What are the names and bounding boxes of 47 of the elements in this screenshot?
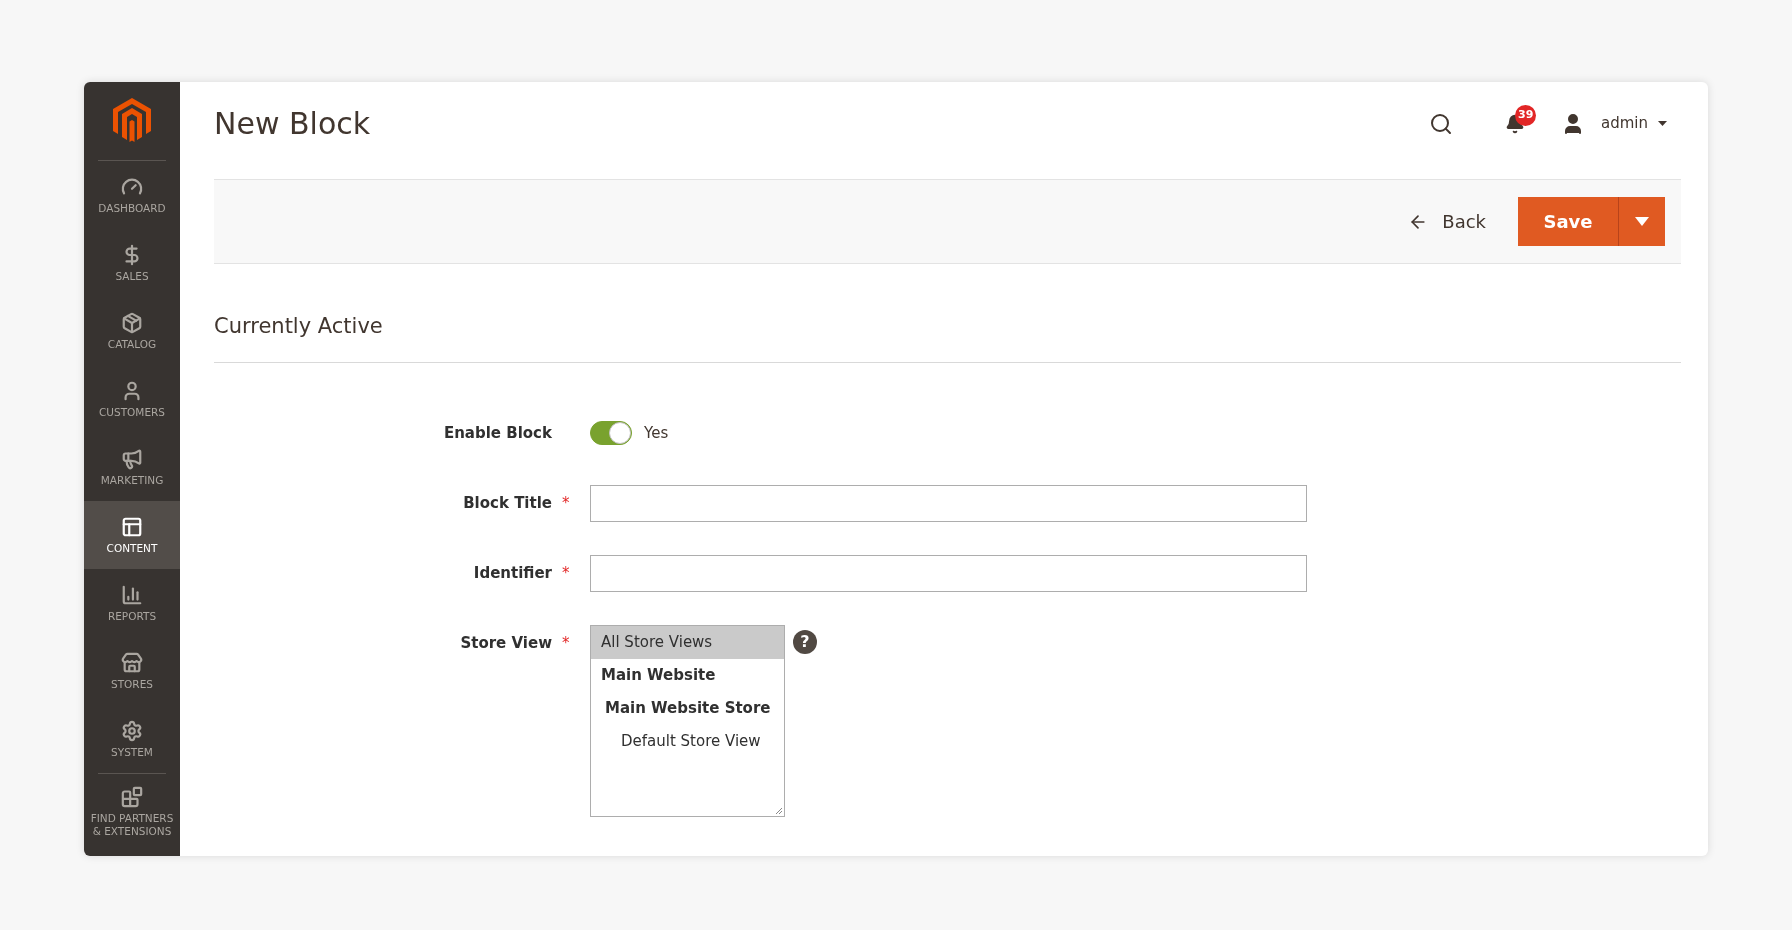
sidebar-item[interactable]: SYSTEM (84, 705, 180, 773)
sidebar-item[interactable]: MARKETING (84, 433, 180, 501)
store-view-listbox[interactable]: All Store Views Main Website Main Website Store Default Store View (590, 625, 785, 817)
field-label: Enable Block (443, 423, 552, 445)
field-label: Block Title (463, 493, 552, 515)
save-options-button[interactable] (1619, 197, 1665, 246)
sidebar-item[interactable]: SALES (84, 229, 180, 297)
sidebar-item[interactable]: FIND PARTNERS & EXTENSIONS (84, 774, 180, 850)
required-mark: * (562, 493, 571, 515)
bar-chart-icon (121, 583, 143, 606)
store-view-option[interactable]: Default Store View (591, 725, 784, 758)
gear-icon (121, 719, 143, 742)
user-menu[interactable]: admin (1601, 112, 1667, 135)
resize-grip-icon (775, 807, 783, 815)
toggle-value: Yes (644, 422, 669, 444)
megaphone-icon (121, 447, 143, 470)
sidebar-item[interactable]: STORES (84, 637, 180, 705)
sidebar-item[interactable]: CUSTOMERS (84, 365, 180, 433)
required-mark: * (562, 633, 571, 655)
section-title: Currently Active (214, 312, 383, 340)
person-icon (121, 379, 143, 402)
field-label: Identifier (473, 563, 552, 585)
notification-badge: 39 (1515, 104, 1537, 126)
store-view-option[interactable]: Main Website (591, 659, 784, 692)
search-icon[interactable] (1429, 111, 1453, 136)
field-label: Store View (460, 633, 552, 655)
help-button[interactable]: ? (793, 630, 817, 654)
sidebar-item[interactable]: CONTENT (84, 501, 180, 569)
sidebar-item[interactable]: REPORTS (84, 569, 180, 637)
store-view-option[interactable]: All Store Views (591, 626, 784, 659)
caret-icon (1658, 121, 1667, 126)
bricks-icon (121, 786, 143, 808)
store-view-option[interactable]: Main Website Store (591, 692, 784, 725)
sidebar-item[interactable]: CATALOG (84, 297, 180, 365)
sidebar-item[interactable]: DASHBOARD (84, 161, 180, 229)
caret-icon (1635, 217, 1649, 226)
logo-icon (113, 98, 151, 142)
layout-icon (121, 515, 143, 538)
required-mark: * (562, 563, 571, 585)
back-button[interactable]: Back (1408, 208, 1486, 235)
save-button[interactable]: Save (1518, 197, 1619, 246)
text-input[interactable] (590, 485, 1307, 522)
storefront-icon (121, 651, 143, 674)
box-icon (121, 311, 143, 334)
toggle-switch[interactable] (590, 421, 632, 445)
page-title: New Block (214, 105, 371, 143)
text-input[interactable] (590, 555, 1307, 592)
